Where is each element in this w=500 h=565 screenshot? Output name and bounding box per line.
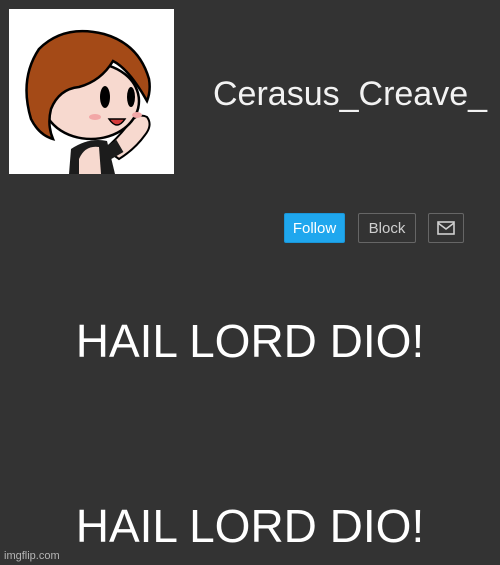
block-button[interactable]: Block — [358, 213, 416, 243]
message-button[interactable] — [428, 213, 464, 243]
follow-button[interactable]: Follow — [284, 213, 345, 243]
meme-top-text: HAIL LORD DIO! — [75, 315, 425, 367]
envelope-icon — [437, 221, 455, 235]
avatar-illustration — [25, 29, 151, 174]
avatar — [9, 9, 174, 174]
username[interactable]: Cerasus_Creave_ — [213, 72, 498, 116]
meme-bottom-text: HAIL LORD DIO! — [75, 500, 425, 552]
watermark: imgflip.com — [4, 550, 60, 562]
